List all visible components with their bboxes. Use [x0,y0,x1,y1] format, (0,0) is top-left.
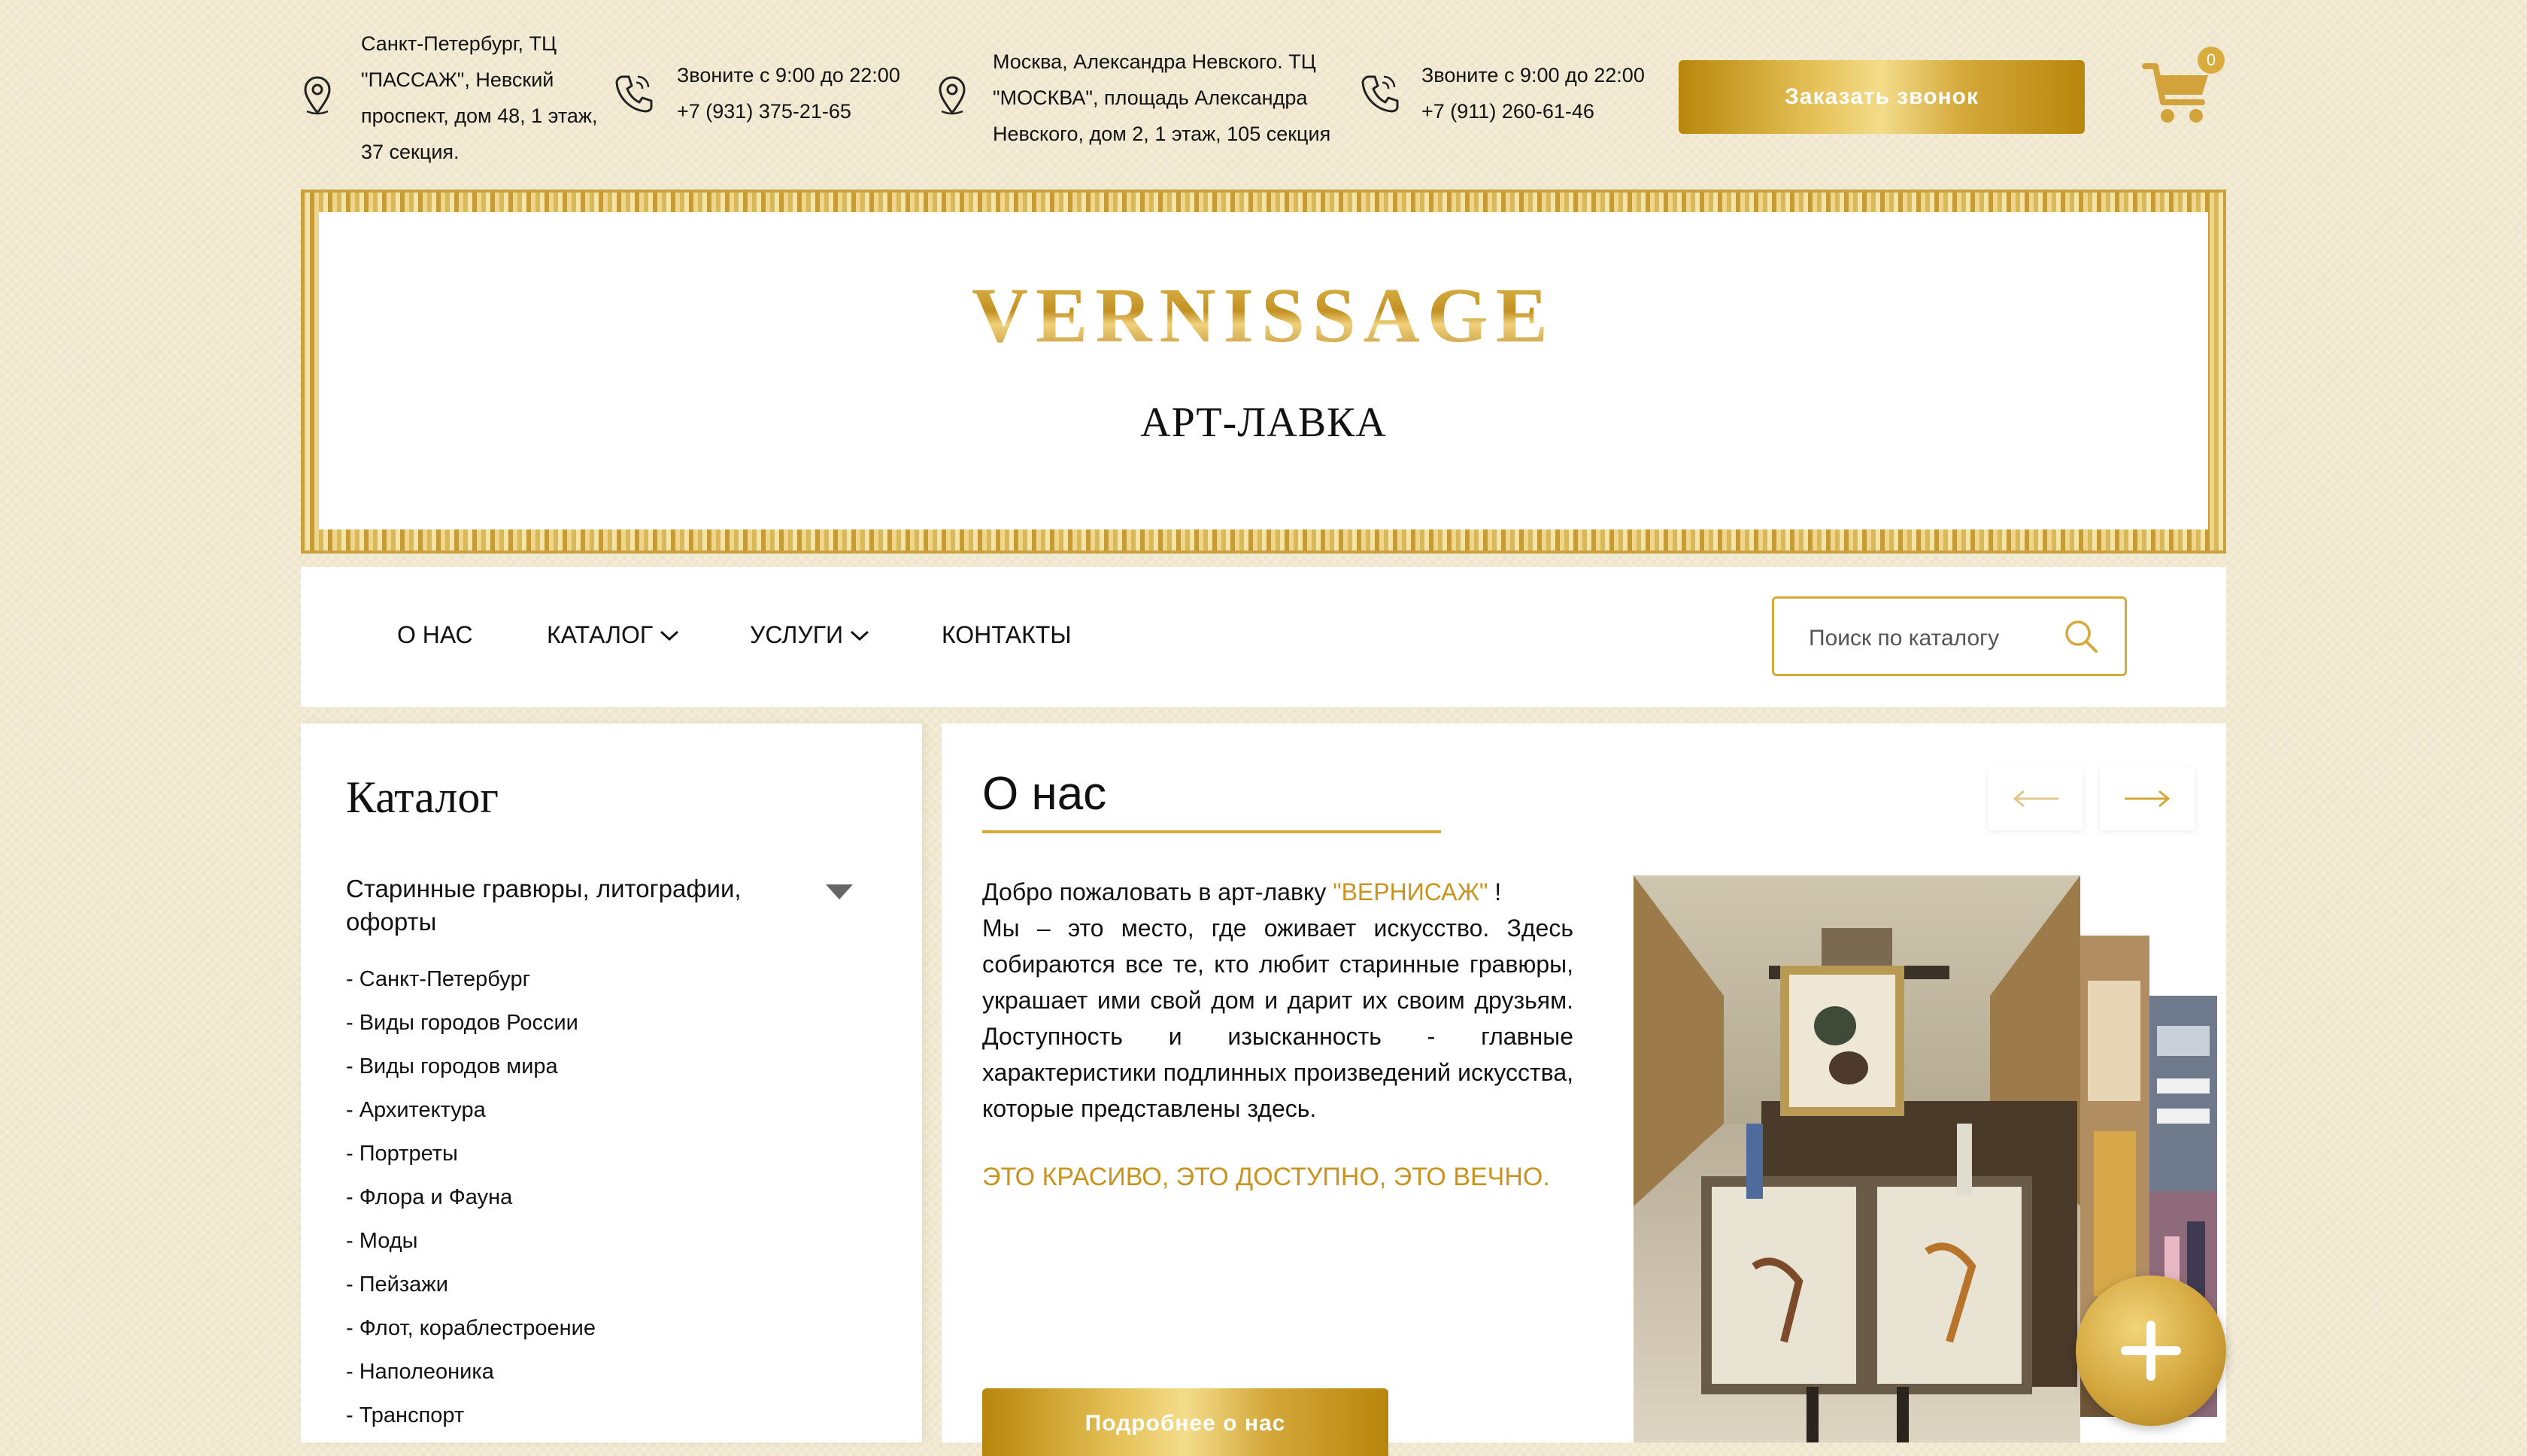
phone-spb: Звоните с 9:00 до 22:00 +7 (931) 375-21-… [677,57,900,129]
location-pin-icon [939,76,966,115]
address-spb: Санкт-Петербург, ТЦ "ПАССАЖ", Невский пр… [361,26,598,170]
nav-item-label: КОНТАКТЫ [942,621,1072,648]
banner [319,212,2208,529]
nav-item-contacts[interactable]: КОНТАКТЫ [942,621,1072,649]
welcome-line: Добро пожаловать в арт-лавку "ВЕРНИСАЖ" … [982,874,1573,910]
catalog-subcategory[interactable]: - Транспорт [346,1403,464,1428]
catalog-subcategory[interactable]: - Санкт-Петербург [346,967,530,992]
address-spb-line: Санкт-Петербург, ТЦ [361,32,557,55]
catalog-subcategory[interactable]: - Виды городов России [346,1011,578,1036]
cart-count-badge: 0 [2198,47,2225,74]
location-pin-icon [304,76,331,115]
address-msk-line: Москва, Александра Невского. ТЦ [993,50,1316,73]
page-title: О нас [982,768,1107,820]
phone-icon[interactable] [1360,72,1399,114]
arrow-right-icon [2125,790,2171,808]
gallery-photo [1634,875,2080,1442]
more-about-button[interactable]: Подробнее о нас [982,1388,1388,1456]
brand-logo-text[interactable]: VERNISSAGE [319,271,2208,360]
address-spb-line: "ПАССАЖ", Невский [361,68,554,91]
arrow-left-icon [2013,790,2058,808]
phone-msk-number[interactable]: +7 (911) 260-61-46 [1421,93,1645,129]
nav-item-catalog[interactable]: КАТАЛОГ [547,621,680,649]
brand-subtitle: АРТ-ЛАВКА [1140,399,1387,446]
catalog-subcategory[interactable]: - Моды [346,1229,417,1254]
order-call-button[interactable]: Заказать звонок [1679,60,2085,134]
catalog-subcategory[interactable]: - Архитектура [346,1098,486,1123]
welcome-suffix: ! [1494,878,1502,905]
header-bar: Санкт-Петербург, ТЦ "ПАССАЖ", Невский пр… [0,0,2527,180]
address-msk: Москва, Александра Невского. ТЦ "МОСКВА"… [993,44,1330,152]
chevron-down-icon[interactable] [824,883,854,901]
welcome-brand: "ВЕРНИСАЖ" [1333,878,1488,905]
chevron-down-icon [851,630,869,641]
address-msk-line: "МОСКВА", площадь Александра [993,86,1308,109]
about-text: Добро пожаловать в арт-лавку "ВЕРНИСАЖ" … [982,874,1573,1127]
plus-icon [2121,1321,2181,1381]
address-spb-line: 37 секция. [361,141,460,163]
catalog-subcategory[interactable]: - Портреты [346,1142,458,1166]
phone-msk-hours: Звоните с 9:00 до 22:00 [1421,64,1645,86]
nav-item-label: КАТАЛОГ [547,621,654,648]
nav-item-about[interactable]: О НАС [397,621,473,649]
catalog-subcategory[interactable]: - Пейзажи [346,1272,448,1297]
search-icon[interactable] [2061,617,2101,656]
floating-action-button[interactable] [2076,1276,2226,1426]
catalog-subcategory[interactable]: - Наполеоника [346,1360,494,1385]
title-underline [982,830,1441,833]
catalog-category-engravings[interactable]: Старинные гравюры, литографии, офорты [346,872,797,939]
chevron-down-icon [660,630,679,641]
search-box [1772,596,2127,676]
search-input[interactable] [1807,621,2066,656]
catalog-subcategory[interactable]: - Флот, кораблестроение [346,1316,596,1341]
welcome-prefix: Добро пожаловать в арт-лавку [982,878,1327,905]
about-body: Мы – это место, где оживает искусство. З… [982,915,1573,1122]
slogan: ЭТО КРАСИВО, ЭТО ДОСТУПНО, ЭТО ВЕЧНО. [982,1163,1550,1191]
phone-icon[interactable] [614,72,653,114]
nav-item-label: УСЛУГИ [750,621,844,648]
nav-item-services[interactable]: УСЛУГИ [750,621,870,649]
phone-msk: Звоните с 9:00 до 22:00 +7 (911) 260-61-… [1421,57,1645,129]
address-msk-line: Невского, дом 2, 1 этаж, 105 секция [993,123,1331,145]
address-spb-line: проспект, дом 48, 1 этаж, [361,105,598,127]
slider-next-button[interactable] [2100,767,2195,830]
phone-spb-number[interactable]: +7 (931) 375-21-65 [677,93,900,129]
phone-spb-hours: Звоните с 9:00 до 22:00 [677,64,900,86]
slider-prev-button[interactable] [1989,767,2083,830]
catalog-subcategory[interactable]: - Виды городов мира [346,1054,558,1079]
nav-item-label: О НАС [397,621,473,648]
catalog-subcategory[interactable]: - Флора и Фауна [346,1185,512,1210]
sidebar-title: Каталог [346,772,499,822]
